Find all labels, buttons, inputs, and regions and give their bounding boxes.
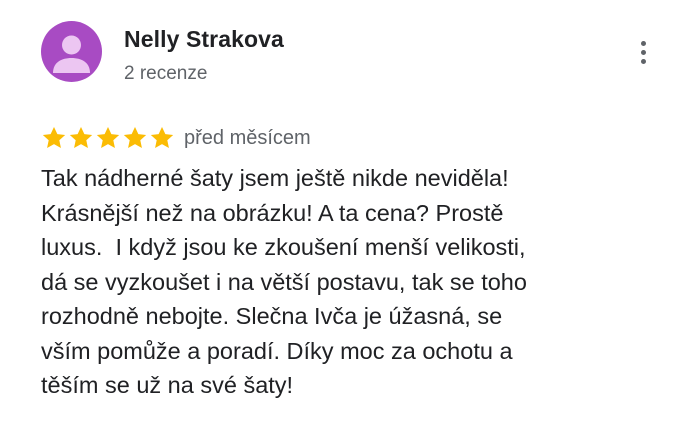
star-icon [42, 126, 66, 148]
review-date: před měsícem [184, 127, 311, 149]
star-rating [41, 125, 175, 151]
review-text-line: těším se už na své šaty! [41, 372, 294, 398]
more-vertical-icon [640, 40, 646, 46]
star-icon [96, 126, 120, 148]
review-count[interactable]: 2 recenze [124, 63, 207, 85]
review-text-line: Tak nádherné šaty jsem ještě nikde nevid… [41, 165, 509, 191]
review-text-line: dá se vyzkoušet i na větší postavu, tak … [41, 268, 527, 295]
author-name[interactable]: Nelly Strakova [124, 26, 284, 53]
review-text-line: Krásnější než na obrázku! A ta cena? Pro… [41, 199, 504, 226]
avatar[interactable] [41, 21, 102, 82]
star-icon [123, 126, 147, 148]
review-text-line: vším pomůže a poradí. Díky moc za ochotu… [41, 337, 513, 364]
review-text-line: rozhodně nebojte. Slečna Ivča je úžasná,… [41, 303, 503, 329]
review-text: Tak nádherné šaty jsem ještě nikde nevid… [41, 161, 681, 403]
review-text-line: luxus. I když jsou ke zkoušení menší vel… [41, 234, 526, 260]
star-icon [69, 126, 93, 148]
person-icon [53, 35, 90, 73]
star-icon [150, 126, 174, 148]
more-options-button[interactable] [628, 36, 658, 68]
